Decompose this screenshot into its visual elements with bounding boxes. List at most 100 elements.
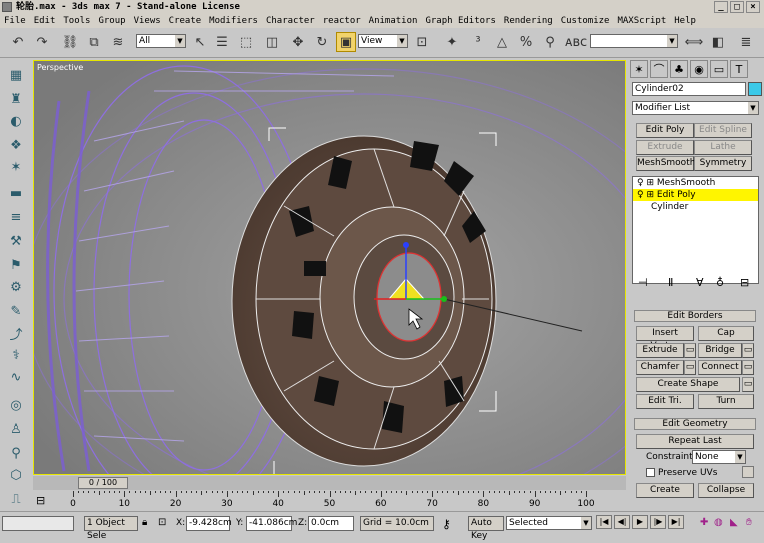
create-shape-button[interactable]: Create Shape <box>636 377 740 392</box>
lock-selection-icon[interactable]: 🔒︎ <box>142 517 147 528</box>
angle-snap-icon[interactable]: △ <box>492 32 512 52</box>
x-coordinate-field[interactable]: -9.428cm <box>186 516 232 531</box>
cap-button[interactable]: Cap <box>698 326 754 341</box>
key-icon[interactable]: ⚷ <box>442 517 451 531</box>
tool-icon-5[interactable]: ✶ <box>6 158 26 176</box>
select-by-name-icon[interactable]: ☰ <box>212 32 232 52</box>
mini-curve-editor-icon[interactable]: ⊟ <box>36 494 56 508</box>
tool-icon-12[interactable]: ⤴ <box>6 324 26 343</box>
tool-icon-15[interactable]: ◎ <box>6 396 26 414</box>
menu-animation[interactable]: Animation <box>369 14 418 28</box>
edit-poly-button[interactable]: Edit Poly <box>636 123 694 138</box>
menu-create[interactable]: Create <box>169 14 202 28</box>
align-icon[interactable]: ◧ <box>708 32 728 52</box>
object-name-field[interactable]: Cylinder02 <box>632 82 746 96</box>
meshsmooth-button[interactable]: MeshSmooth <box>636 156 695 171</box>
stack-item-edit-poly[interactable]: ♀ ⊞ Edit Poly <box>633 189 758 201</box>
spinner-snap-icon[interactable]: ⚲ <box>540 32 560 52</box>
absolute-mode-icon[interactable]: ⊡ <box>158 517 166 528</box>
pin-stack-icon[interactable]: ⊣ <box>638 276 648 289</box>
tool-icon-6[interactable]: ▬ <box>6 184 26 202</box>
unlink-icon[interactable]: ⧉ <box>84 32 104 52</box>
tool-icon-10[interactable]: ⚙ <box>6 278 26 296</box>
create-button[interactable]: Create <box>636 483 694 498</box>
tool-icon-7[interactable]: ≡ <box>6 208 26 226</box>
perspective-viewport[interactable]: Perspective <box>33 60 626 475</box>
menu-reactor[interactable]: reactor <box>323 14 361 28</box>
connect-button[interactable]: Connect <box>698 360 742 375</box>
remove-modifier-icon[interactable]: ♁ <box>716 276 724 289</box>
rect-selection-icon[interactable]: ⬚ <box>236 32 256 52</box>
tool-icon-4[interactable]: ❖ <box>6 136 26 154</box>
zoom-all-icon[interactable]: ◍ <box>714 517 723 528</box>
go-to-start-icon[interactable]: |◀ <box>596 515 612 529</box>
menu-modifiers[interactable]: Modifiers <box>209 14 258 28</box>
modifier-stack[interactable]: ♀ ⊞ MeshSmooth ♀ ⊞ Edit Poly Cylinder <box>632 176 759 284</box>
symmetry-button[interactable]: Symmetry <box>694 156 752 171</box>
motion-tab-icon[interactable]: ◉ <box>690 60 708 78</box>
extrude-settings-icon[interactable]: ▭ <box>684 343 696 358</box>
menu-maxscript[interactable]: MAXScript <box>617 14 666 28</box>
lathe-button[interactable]: Lathe <box>694 140 752 155</box>
time-slider[interactable]: 0 / 100 <box>78 477 128 489</box>
viewport-label[interactable]: Perspective <box>37 63 83 72</box>
select-object-icon[interactable]: ↖ <box>190 32 210 52</box>
menu-help[interactable]: Help <box>674 14 696 28</box>
utilities-tab-icon[interactable]: T <box>730 60 748 78</box>
tool-icon-2[interactable]: ♜ <box>6 90 26 108</box>
zoom-icon[interactable]: ✚ <box>700 517 708 528</box>
mirror-icon[interactable]: ⟺ <box>684 32 704 52</box>
bind-space-warp-icon[interactable]: ≋ <box>108 32 128 52</box>
show-end-result-icon[interactable]: Ⅱ <box>668 276 673 289</box>
edit-geometry-header[interactable]: Edit Geometry <box>634 418 756 430</box>
edit-borders-header[interactable]: Edit Borders <box>634 310 756 322</box>
redo-icon[interactable]: ↷ <box>32 32 52 52</box>
field-of-view-icon[interactable]: ◣ <box>730 517 738 528</box>
edit-named-sel-icon[interactable]: ᴀʙᴄ <box>565 32 587 52</box>
tool-icon-17[interactable]: ⚲ <box>6 444 26 462</box>
tool-icon-3[interactable]: ◐ <box>6 112 26 130</box>
make-unique-icon[interactable]: ∀ <box>696 276 704 289</box>
layer-manager-icon[interactable]: ≣ <box>736 32 756 52</box>
preserve-uvs-settings-icon[interactable] <box>742 466 754 478</box>
menu-rendering[interactable]: Rendering <box>504 14 553 28</box>
percent-snap-icon[interactable]: % <box>516 32 536 52</box>
select-manipulate-icon[interactable]: ✦ <box>442 32 462 52</box>
bridge-settings-icon[interactable]: ▭ <box>742 343 754 358</box>
pivot-center-icon[interactable]: ⊡ <box>412 32 432 52</box>
stack-item-cylinder[interactable]: Cylinder <box>633 201 758 213</box>
hierarchy-tab-icon[interactable]: ♣ <box>670 60 688 78</box>
previous-frame-icon[interactable]: ◀| <box>614 515 630 529</box>
next-frame-icon[interactable]: |▶ <box>650 515 666 529</box>
preserve-uvs-checkbox[interactable] <box>646 468 655 477</box>
menu-tools[interactable]: Tools <box>63 14 90 28</box>
named-selection-dropdown[interactable]: ▼ <box>590 34 678 48</box>
extrude-border-button[interactable]: Extrude <box>636 343 684 358</box>
create-tab-icon[interactable]: ✶ <box>630 60 648 78</box>
configure-sets-icon[interactable]: ⊟ <box>740 276 749 289</box>
selection-filter-dropdown[interactable]: All ▼ <box>136 34 186 48</box>
menu-customize[interactable]: Customize <box>561 14 610 28</box>
tool-icon-19[interactable]: ⎍ <box>6 490 26 508</box>
scale-icon[interactable]: ▣ <box>336 32 356 52</box>
time-slider-bar[interactable]: 0 / 100 <box>33 476 626 490</box>
menu-group[interactable]: Group <box>98 14 125 28</box>
menu-edit[interactable]: Edit <box>34 14 56 28</box>
window-crossing-icon[interactable]: ◫ <box>262 32 282 52</box>
tool-icon-9[interactable]: ⚑ <box>6 256 26 274</box>
extrude-button[interactable]: Extrude <box>636 140 694 155</box>
object-color-swatch[interactable] <box>748 82 762 96</box>
connect-settings-icon[interactable]: ▭ <box>742 360 754 375</box>
edit-tri-button[interactable]: Edit Tri. <box>636 394 694 409</box>
go-to-end-icon[interactable]: ▶| <box>668 515 684 529</box>
y-coordinate-field[interactable]: -41.086cm <box>246 516 297 531</box>
auto-key-button[interactable]: Auto Key <box>468 516 504 541</box>
rotate-icon[interactable]: ↻ <box>312 32 332 52</box>
constraints-dropdown[interactable]: None ▼ <box>692 450 746 464</box>
undo-icon[interactable]: ↶ <box>8 32 28 52</box>
chamfer-settings-icon[interactable]: ▭ <box>684 360 696 375</box>
minimize-button[interactable]: _ <box>714 1 728 13</box>
tool-icon-1[interactable]: ▦ <box>6 66 26 84</box>
tool-icon-8[interactable]: ⚒ <box>6 232 26 250</box>
track-bar[interactable]: 0 10 20 30 40 50 60 70 80 90 100 <box>33 491 626 511</box>
